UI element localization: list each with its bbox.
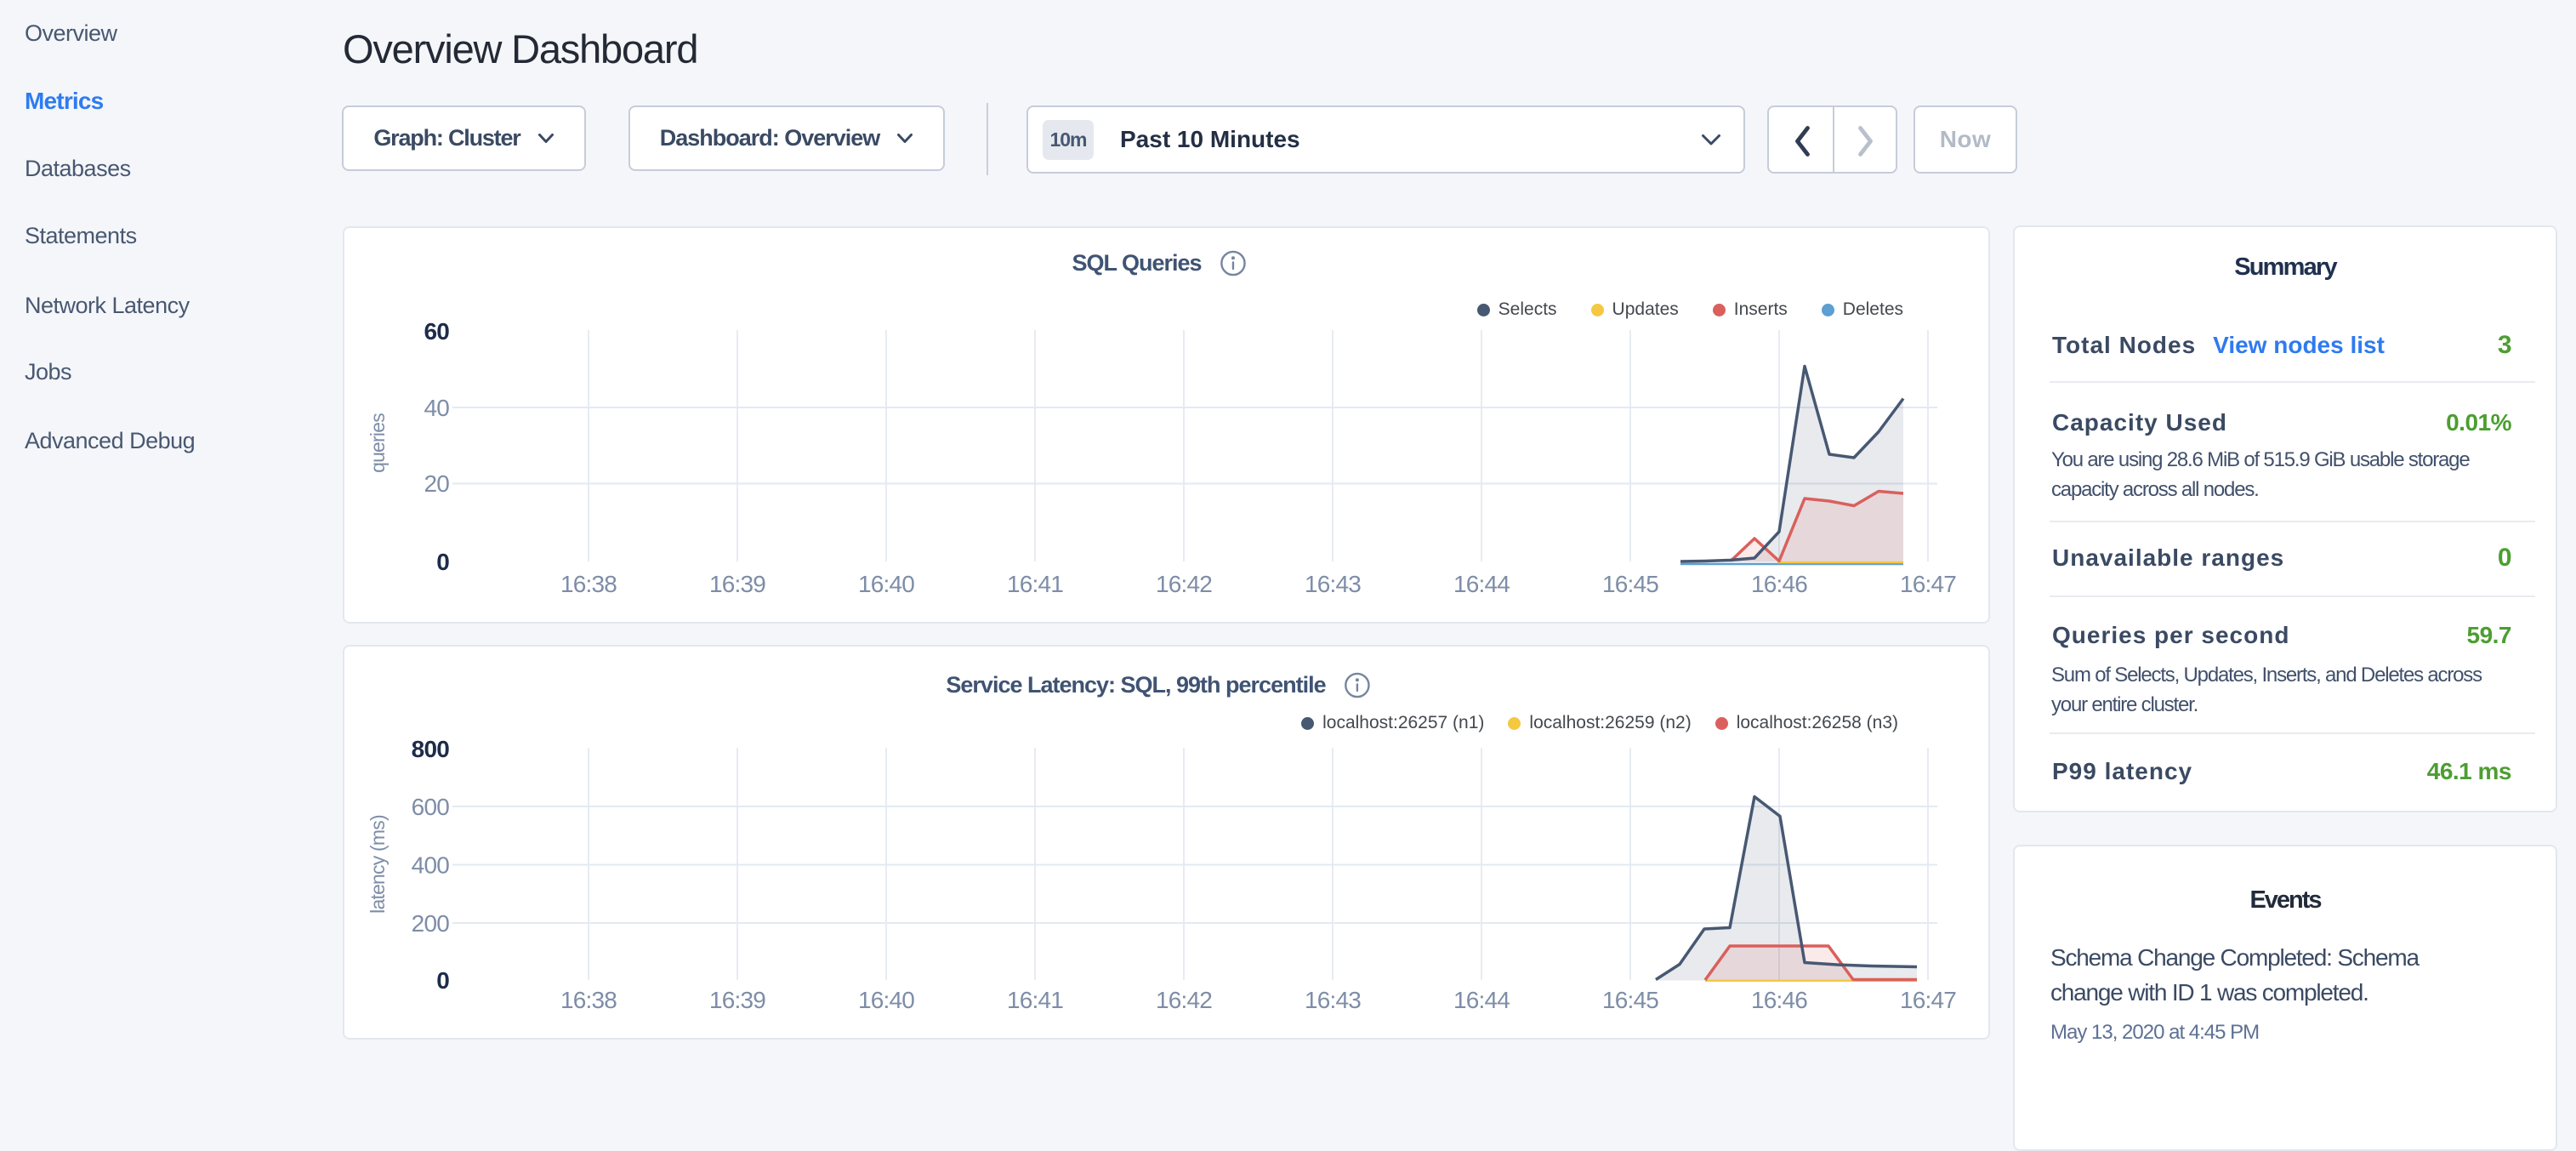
svg-text:16:47: 16:47 — [1900, 571, 1956, 597]
svg-text:16:41: 16:41 — [1007, 571, 1063, 597]
svg-text:200: 200 — [412, 910, 450, 937]
svg-text:16:45: 16:45 — [1602, 571, 1658, 597]
svg-text:16:40: 16:40 — [858, 571, 914, 597]
svg-text:latency (ms): latency (ms) — [367, 815, 389, 914]
svg-text:0: 0 — [436, 549, 449, 575]
svg-text:20: 20 — [424, 470, 449, 497]
svg-text:60: 60 — [424, 318, 449, 345]
svg-text:16:45: 16:45 — [1602, 987, 1658, 1013]
svg-text:16:38: 16:38 — [560, 987, 617, 1013]
svg-text:16:39: 16:39 — [709, 987, 765, 1013]
svg-text:400: 400 — [412, 852, 450, 879]
svg-text:16:43: 16:43 — [1305, 571, 1361, 597]
svg-text:16:44: 16:44 — [1453, 987, 1510, 1013]
svg-text:16:39: 16:39 — [709, 571, 765, 597]
svg-text:16:41: 16:41 — [1007, 987, 1063, 1013]
svg-text:16:44: 16:44 — [1453, 571, 1510, 597]
svg-text:16:42: 16:42 — [1156, 987, 1212, 1013]
svg-text:16:47: 16:47 — [1900, 987, 1956, 1013]
svg-text:0: 0 — [436, 967, 449, 994]
svg-text:40: 40 — [424, 395, 449, 421]
svg-text:16:46: 16:46 — [1751, 987, 1807, 1013]
svg-text:queries: queries — [367, 413, 389, 473]
svg-text:16:42: 16:42 — [1156, 571, 1212, 597]
svg-text:16:40: 16:40 — [858, 987, 914, 1013]
svg-text:600: 600 — [412, 794, 450, 820]
svg-text:16:43: 16:43 — [1305, 987, 1361, 1013]
svg-text:16:46: 16:46 — [1751, 571, 1807, 597]
svg-text:800: 800 — [412, 736, 450, 762]
svg-text:16:38: 16:38 — [560, 571, 617, 597]
